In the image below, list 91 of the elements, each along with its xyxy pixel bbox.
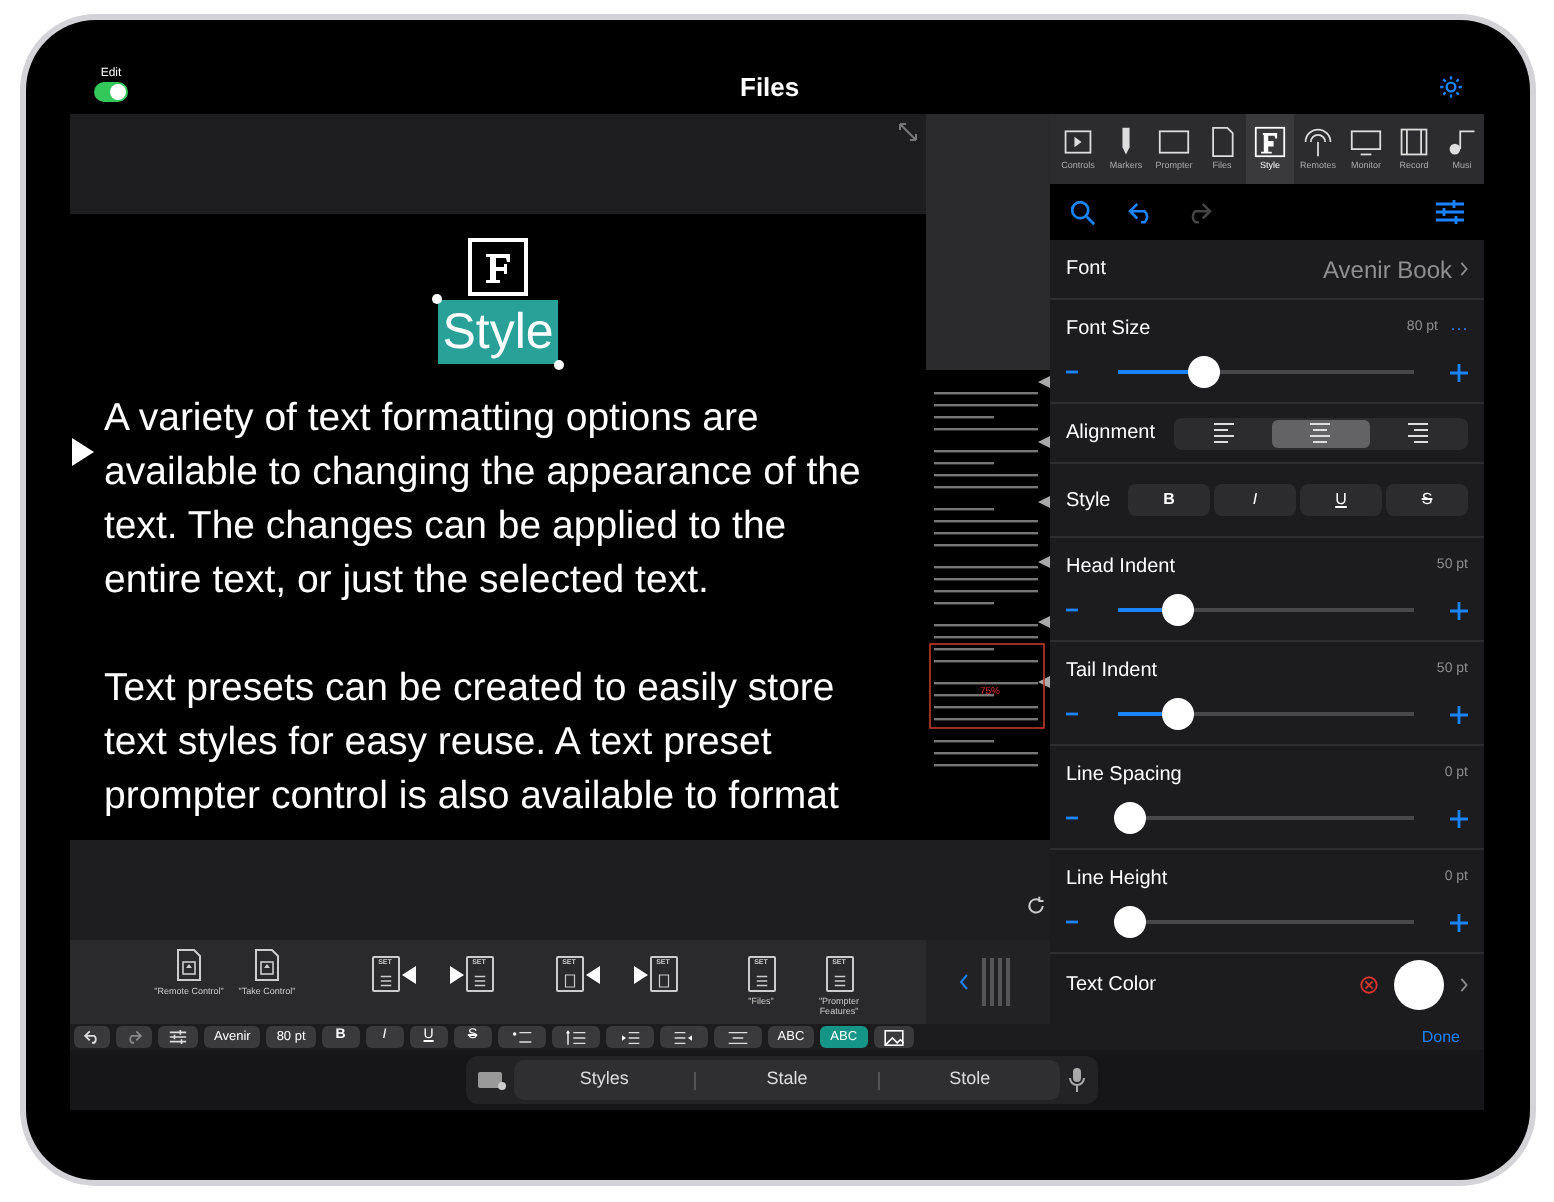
style-f-icon [468, 238, 528, 296]
settings-icon[interactable] [1438, 74, 1464, 100]
grip-icon[interactable] [980, 958, 1016, 1006]
done-button[interactable]: Done [1421, 1029, 1460, 1045]
setting-label: Line Spacing [1066, 762, 1182, 790]
text-align-icon [1407, 422, 1428, 444]
setting-label: Tail Indent [1066, 658, 1158, 686]
plus-icon[interactable] [1450, 363, 1468, 381]
indent-icon [617, 1029, 642, 1045]
style-button[interactable]: B [1128, 484, 1210, 516]
clear-color-icon[interactable] [1360, 975, 1378, 993]
minus-icon[interactable] [1066, 712, 1078, 716]
style-button[interactable]: S [1386, 484, 1468, 516]
setting-label: Font Size [1066, 316, 1151, 344]
sliders-icon [168, 1030, 188, 1044]
line-spacing-icon [563, 1029, 588, 1045]
document-icon [252, 948, 282, 982]
cue-arrow-icon [72, 438, 94, 466]
slider-thumb[interactable] [1113, 906, 1146, 938]
image-button[interactable] [873, 1026, 914, 1048]
prompter-paragraph: A variety of text formatting options are available to changing the appearance of the text. The changes can be applied to the entire text, or just the selected text. [104, 394, 863, 606]
keyboard-icon[interactable] [478, 1071, 506, 1089]
prompter-paragraph: Text presets can be created to easily store text styles for easy reuse. A text preset prompter control is also available to format [104, 664, 841, 822]
document-icon [174, 948, 204, 982]
music-note-icon [1446, 126, 1478, 159]
selected-heading: Style [438, 300, 558, 364]
frame-icon [1158, 126, 1190, 159]
play-screen-icon [1062, 126, 1094, 159]
suggestion-item[interactable]: Styles [514, 1066, 695, 1094]
line-spacing-button[interactable] [551, 1026, 600, 1048]
bullet-list-button[interactable] [497, 1026, 546, 1048]
suggestion-item[interactable]: Stale [696, 1066, 878, 1094]
image-icon [883, 1029, 904, 1045]
style-button[interactable]: I [1214, 484, 1296, 516]
window-title: Files [740, 69, 800, 106]
setting-label: Font [1066, 256, 1107, 284]
undo-icon [84, 1030, 100, 1044]
plus-icon[interactable] [1450, 601, 1468, 619]
minus-icon[interactable] [1066, 816, 1078, 820]
style-f-icon [1254, 126, 1286, 159]
text-align-icon [1310, 422, 1331, 444]
slider-thumb[interactable] [1161, 594, 1194, 626]
center-align-button[interactable] [713, 1026, 762, 1048]
redo-icon [126, 1030, 142, 1044]
redo-button[interactable] [116, 1026, 152, 1048]
more-button[interactable]: ··· [1450, 320, 1468, 338]
setting-label: Alignment [1066, 420, 1157, 448]
center-align-icon [725, 1029, 750, 1045]
plus-icon[interactable] [1450, 705, 1468, 723]
microphone-icon[interactable] [1068, 1068, 1086, 1092]
setting-label: Head Indent [1066, 554, 1175, 582]
back-arrow-icon [401, 965, 415, 983]
plus-icon[interactable] [1450, 913, 1468, 931]
play-arrow-icon [449, 965, 463, 983]
setting-label: Line Height [1066, 866, 1168, 894]
outdent-button[interactable] [659, 1026, 708, 1048]
format-settings-button[interactable] [158, 1026, 198, 1048]
bullet-list-icon [509, 1029, 534, 1045]
expand-icon[interactable] [898, 122, 918, 142]
setting-label: Text Color [1066, 971, 1157, 999]
document-icon [1206, 126, 1238, 159]
slider-thumb[interactable] [1113, 802, 1146, 834]
slider-thumb[interactable] [1161, 698, 1194, 730]
alignment-option[interactable] [1272, 419, 1370, 447]
undo-button[interactable] [74, 1026, 110, 1048]
search-icon[interactable] [1070, 199, 1096, 225]
setting-label: Style [1066, 487, 1113, 515]
color-swatch[interactable] [1394, 959, 1444, 1009]
play-arrow-icon [633, 965, 647, 983]
suggestion-item[interactable]: Stole [879, 1066, 1060, 1094]
outdent-icon [671, 1029, 696, 1045]
back-arrow-icon [585, 965, 599, 983]
chevron-icon [1460, 262, 1468, 276]
monitor-icon [1350, 126, 1382, 159]
collapse-icon[interactable] [960, 974, 968, 990]
font-value[interactable]: Avenir Book [1323, 251, 1452, 287]
slider-thumb[interactable] [1187, 356, 1220, 388]
sliders-icon[interactable] [1436, 200, 1464, 224]
antenna-icon [1302, 126, 1334, 159]
minus-icon[interactable] [1066, 920, 1078, 924]
plus-icon[interactable] [1450, 809, 1468, 827]
undo-icon[interactable] [1128, 201, 1154, 223]
style-button[interactable]: U [1300, 484, 1382, 516]
minus-icon[interactable] [1066, 370, 1078, 374]
text-align-icon [1214, 422, 1235, 444]
edit-toggle[interactable] [94, 82, 128, 102]
indent-button[interactable] [605, 1026, 654, 1048]
minus-icon[interactable] [1066, 608, 1078, 612]
refresh-icon[interactable] [1026, 896, 1046, 916]
chevron-icon [1460, 977, 1468, 991]
film-icon [1398, 126, 1430, 159]
